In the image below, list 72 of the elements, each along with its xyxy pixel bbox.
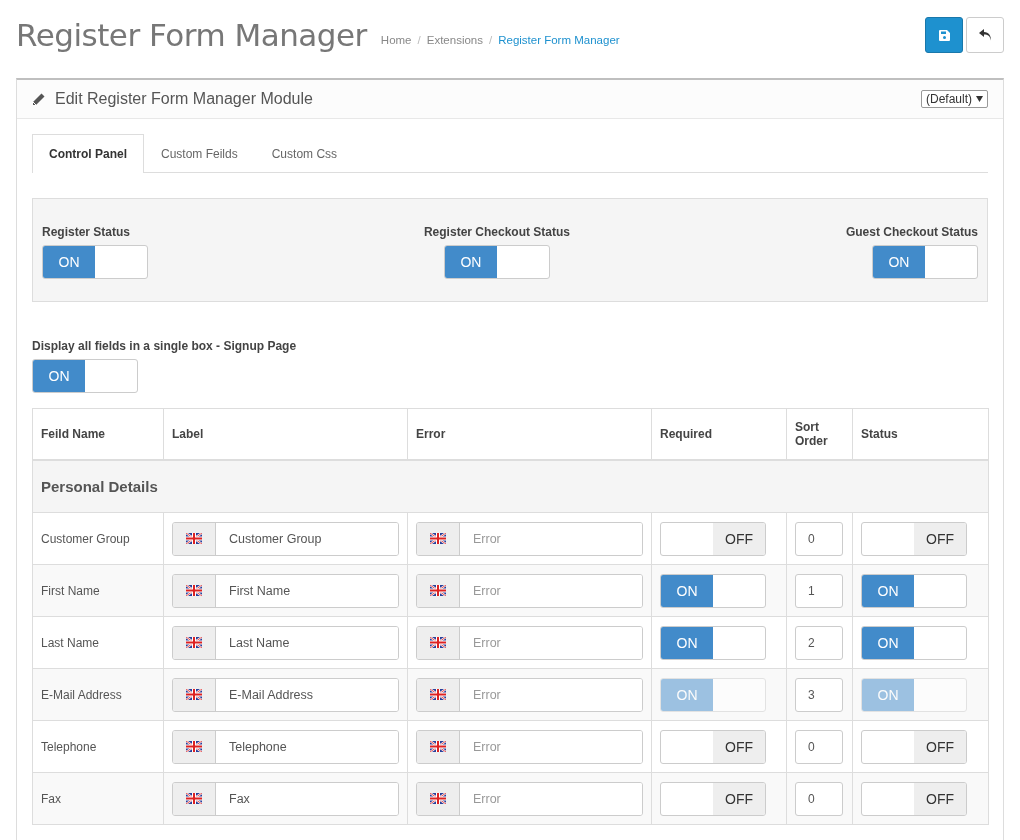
- toggle-switch[interactable]: OFF: [861, 729, 967, 764]
- error-input-field[interactable]: Error: [416, 781, 643, 816]
- uk-flag-icon: [186, 585, 202, 596]
- uk-flag-icon: [186, 689, 202, 700]
- undo-arrow-icon: [978, 29, 992, 41]
- label-input-field[interactable]: Telephone: [172, 729, 399, 764]
- uk-flag-icon: [186, 741, 202, 752]
- store-select[interactable]: (Default): [921, 90, 988, 108]
- field-name-cell: First Name: [32, 564, 164, 617]
- save-icon: [938, 29, 950, 41]
- toggle-switch[interactable]: ON: [861, 573, 967, 608]
- error-input-field[interactable]: Error: [416, 573, 643, 608]
- error-input-field[interactable]: Error: [416, 677, 643, 712]
- setting-label: Display all fields in a single box - Signup Page: [32, 339, 298, 353]
- sort-order-field[interactable]: 3: [795, 677, 843, 712]
- sort-order-field[interactable]: 0: [795, 729, 843, 764]
- uk-flag-icon: [430, 741, 446, 752]
- field-name-cell: Fax: [32, 772, 164, 825]
- uk-flag-icon: [430, 585, 446, 596]
- breadcrumb-link[interactable]: Home: [380, 34, 412, 46]
- toggle-switch[interactable]: ON: [443, 245, 550, 279]
- label-input-field[interactable]: Fax: [172, 781, 399, 816]
- uk-flag-icon: [430, 637, 446, 648]
- tab[interactable]: Control Panel: [32, 134, 144, 173]
- toggle-switch[interactable]: OFF: [861, 781, 967, 816]
- caret-icon: [976, 96, 983, 102]
- error-input-field[interactable]: Error: [416, 625, 643, 660]
- label-input-field[interactable]: Last Name: [172, 625, 399, 660]
- error-input-field[interactable]: Error: [416, 521, 643, 556]
- breadcrumb-separator: /: [417, 34, 421, 46]
- toggle-switch[interactable]: OFF: [660, 781, 766, 816]
- uk-flag-icon: [430, 533, 446, 544]
- tab[interactable]: Custom Feilds: [144, 134, 255, 172]
- uk-flag-icon: [186, 533, 202, 544]
- error-input-field[interactable]: Error: [416, 729, 643, 764]
- sort-order-field[interactable]: 2: [795, 625, 843, 660]
- field-name-cell: Customer Group: [32, 512, 164, 565]
- save-button[interactable]: [925, 17, 963, 53]
- panel-title: Edit Register Form Manager Module: [55, 90, 313, 108]
- breadcrumb-link[interactable]: Register Form Manager: [498, 34, 620, 46]
- uk-flag-icon: [186, 637, 202, 648]
- field-name-cell: E-Mail Address: [32, 668, 164, 721]
- label-input-field[interactable]: Customer Group: [172, 521, 399, 556]
- toggle-switch[interactable]: ON: [660, 573, 766, 608]
- uk-flag-icon: [430, 689, 446, 700]
- breadcrumb-separator: /: [489, 34, 493, 46]
- toggle-switch[interactable]: OFF: [660, 729, 766, 764]
- back-button[interactable]: [966, 17, 1004, 53]
- toggle-switch[interactable]: OFF: [861, 521, 967, 556]
- uk-flag-icon: [430, 793, 446, 804]
- setting-label: Register Checkout Status: [423, 225, 570, 239]
- toggle-switch[interactable]: ON: [660, 625, 766, 660]
- label-input-field[interactable]: E-Mail Address: [172, 677, 399, 712]
- tab[interactable]: Custom Css: [254, 134, 355, 172]
- toggle-switch[interactable]: ON: [861, 625, 967, 660]
- field-name-cell: Last Name: [32, 616, 164, 669]
- toggle-switch[interactable]: ON: [42, 245, 148, 279]
- toggle-switch[interactable]: ON: [872, 245, 978, 279]
- setting-label: Guest Checkout Status: [845, 225, 978, 239]
- sort-order-field[interactable]: 0: [795, 521, 843, 556]
- setting-label: Register Status: [42, 225, 132, 239]
- section-header: Personal Details: [32, 460, 989, 513]
- sort-order-field[interactable]: 1: [795, 573, 843, 608]
- breadcrumb-link[interactable]: Extensions: [426, 34, 483, 46]
- toggle-switch[interactable]: ON: [32, 359, 138, 393]
- label-input-field[interactable]: First Name: [172, 573, 399, 608]
- field-name-cell: Telephone: [32, 720, 164, 773]
- pencil-icon: [32, 92, 45, 106]
- toggle-switch[interactable]: OFF: [660, 521, 766, 556]
- uk-flag-icon: [186, 793, 202, 804]
- page-title: Register Form Manager: [16, 17, 367, 53]
- sort-order-field[interactable]: 0: [795, 781, 843, 816]
